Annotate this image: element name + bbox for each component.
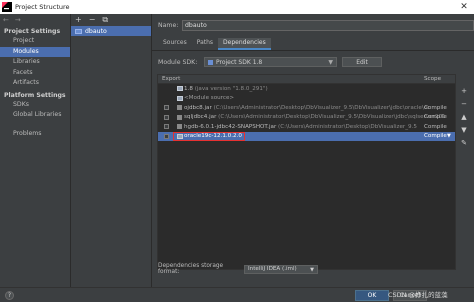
name-label: Name:	[158, 22, 179, 29]
dependencies-table-header: Export Scope	[158, 75, 455, 84]
scope-value[interactable]: Compile	[424, 133, 447, 139]
dependencies-table: Export Scope 1.8 (java version "1.8.0_29…	[157, 74, 456, 270]
source-folder-icon	[177, 95, 183, 101]
dependency-row-module-source[interactable]: <Module source>	[158, 94, 455, 104]
nav-item-problems[interactable]: Problems	[0, 129, 70, 140]
module-item-label: dbauto	[85, 27, 107, 35]
dependency-label: 1.8 (java version "1.8.0_291")	[184, 85, 268, 92]
jdk-folder-icon	[177, 86, 183, 92]
move-down-icon[interactable]: ▼	[461, 126, 466, 134]
nav-header-platform-settings: Platform Settings	[4, 91, 66, 99]
dependency-row-oracle19c[interactable]: oracle19c-12.1.0.2.0 Compile ▼	[158, 131, 455, 141]
tab-sources[interactable]: Sources	[158, 38, 192, 50]
dependency-row-hgdb[interactable]: hgdb-6.0.1-jdbc42-SNAPSHOT.jar (C:\Users…	[158, 122, 455, 132]
nav-item-libraries[interactable]: Libraries	[0, 57, 70, 68]
scope-value[interactable]: Compile	[424, 105, 447, 111]
module-settings-panel: Name: Sources Paths Dependencies Module …	[152, 14, 474, 287]
chevron-down-icon[interactable]: ▼	[447, 133, 451, 139]
ok-button[interactable]: OK	[355, 290, 389, 301]
remove-module-icon[interactable]: −	[89, 15, 96, 24]
add-dependency-icon[interactable]: +	[461, 87, 467, 95]
jar-icon	[177, 105, 182, 111]
edit-dependency-icon[interactable]: ✎	[461, 139, 467, 147]
module-folder-icon	[75, 28, 82, 34]
module-item-dbauto[interactable]: dbauto	[71, 26, 151, 36]
tab-dependencies[interactable]: Dependencies	[218, 38, 271, 50]
module-name-input[interactable]	[182, 20, 474, 31]
export-checkbox[interactable]	[164, 133, 169, 139]
add-module-icon[interactable]: +	[75, 15, 82, 24]
settings-nav: ← → Project Settings Project Modules Lib…	[0, 14, 70, 287]
scope-value[interactable]: Compile	[424, 124, 447, 130]
modules-panel: + − ⧉ dbauto	[70, 14, 152, 287]
dependency-row-jdk[interactable]: 1.8 (java version "1.8.0_291")	[158, 84, 455, 94]
tab-paths[interactable]: Paths	[192, 38, 218, 50]
forward-arrow-icon[interactable]: →	[15, 16, 21, 24]
nav-history-toolbar: ← →	[0, 14, 70, 25]
dependency-row-ojdbc8[interactable]: ojdbc8.jar (C:\Users\Administrator\Deskt…	[158, 103, 455, 113]
jar-icon	[177, 114, 182, 120]
sdk-row: Module SDK: Project SDK 1.8 ▼ Edit	[158, 57, 382, 67]
remove-dependency-icon[interactable]: −	[461, 100, 467, 108]
tab-divider	[152, 50, 474, 51]
column-header-export: Export	[162, 76, 181, 82]
export-checkbox[interactable]	[164, 114, 169, 120]
copy-module-icon[interactable]: ⧉	[102, 15, 108, 25]
column-header-scope: Scope	[424, 76, 442, 82]
dependency-label: sqljdbc4.jar (C:\Users\Administrator\Des…	[184, 114, 446, 121]
storage-format-value: IntelliJ IDEA (.iml)	[248, 266, 297, 272]
module-sdk-label: Module SDK:	[158, 58, 198, 66]
help-button[interactable]: ?	[5, 291, 14, 300]
nav-header-project-settings: Project Settings	[4, 28, 61, 35]
storage-format-label: Dependencies storage format:	[158, 263, 224, 275]
chevron-down-icon: ▼	[310, 266, 314, 273]
nav-item-modules[interactable]: Modules	[0, 46, 70, 57]
scope-value[interactable]: Compile	[424, 114, 447, 120]
nav-item-facets[interactable]: Facets	[0, 68, 70, 79]
dependency-label: ojdbc8.jar (C:\Users\Administrator\Deskt…	[184, 104, 431, 111]
back-arrow-icon[interactable]: ←	[3, 16, 9, 24]
module-sdk-select[interactable]: Project SDK 1.8 ▼	[204, 57, 337, 67]
sdk-folder-icon	[208, 59, 213, 65]
nav-item-project[interactable]: Project	[0, 36, 70, 47]
window-title: Project Structure	[15, 3, 70, 11]
highlight-annotation-box	[173, 131, 245, 141]
nav-item-artifacts[interactable]: Artifacts	[0, 78, 70, 89]
window-titlebar: Project Structure ✕	[0, 0, 474, 14]
window-close-button[interactable]: ✕	[454, 0, 474, 14]
dependency-label: <Module source>	[184, 95, 235, 102]
name-row: Name:	[158, 20, 474, 31]
move-up-icon[interactable]: ▲	[461, 113, 466, 121]
module-tabs: Sources Paths Dependencies	[158, 38, 271, 50]
export-checkbox[interactable]	[164, 124, 169, 130]
storage-format-row: Dependencies storage format: IntelliJ ID…	[158, 263, 318, 275]
modules-toolbar: + − ⧉	[71, 14, 151, 25]
intellij-app-icon	[2, 2, 12, 12]
nav-item-global-libraries[interactable]: Global Libraries	[0, 110, 70, 121]
nav-item-sdks[interactable]: SDKs	[0, 100, 70, 111]
storage-format-select[interactable]: IntelliJ IDEA (.iml) ▼	[244, 264, 318, 274]
module-sdk-value: Project SDK 1.8	[216, 58, 263, 66]
dependency-label: hgdb-6.0.1-jdbc42-SNAPSHOT.jar (C:\Users…	[184, 123, 417, 130]
jar-icon	[177, 124, 182, 130]
dependency-row-sqljdbc4[interactable]: sqljdbc4.jar (C:\Users\Administrator\Des…	[158, 113, 455, 123]
export-checkbox[interactable]	[164, 105, 169, 111]
edit-sdk-button[interactable]: Edit	[342, 57, 382, 67]
chevron-down-icon: ▼	[328, 59, 333, 66]
watermark: CSDN @挣扎的蓝藻	[388, 291, 448, 299]
dependencies-side-toolbar: + − ▲ ▼ ✎	[459, 87, 469, 147]
